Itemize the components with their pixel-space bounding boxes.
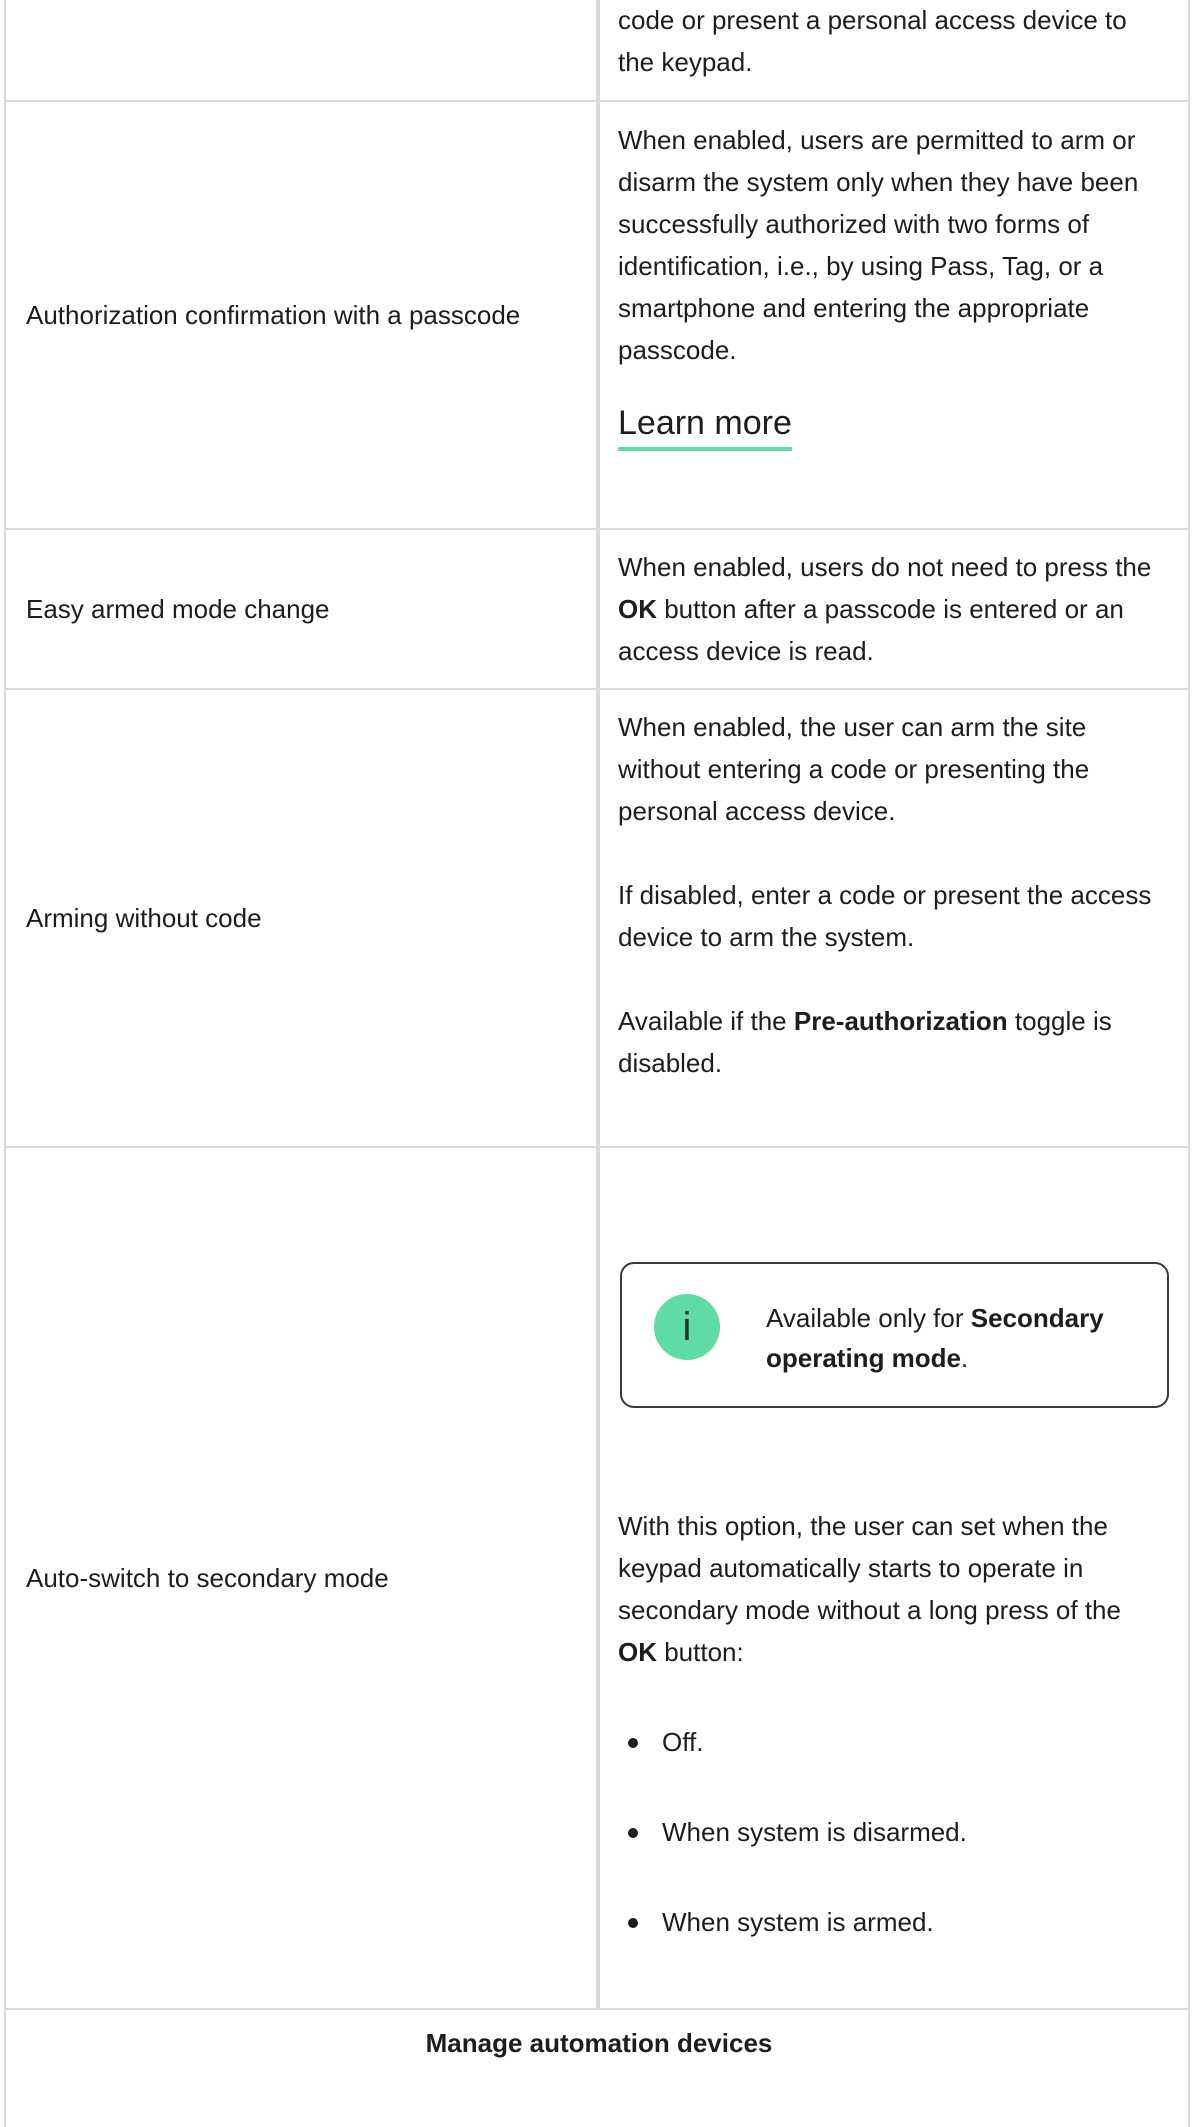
learn-more-link[interactable]: Learn more xyxy=(618,401,792,451)
info-icon: i xyxy=(654,1294,720,1360)
pre-authorization-name: Pre-authorization xyxy=(793,1006,1008,1036)
setting-name: Arming without code xyxy=(6,690,596,1146)
settings-table: code or present a personal access device… xyxy=(0,0,1192,2127)
description-text: When enabled, users do not need to press… xyxy=(618,552,1152,666)
table-border-right xyxy=(1188,0,1190,2127)
list-item: When system is disarmed. xyxy=(618,1811,1156,1853)
option-list: Off. When system is disarmed. When syste… xyxy=(618,1721,1156,1943)
row-divider xyxy=(4,2008,1190,2010)
list-item: When system is armed. xyxy=(618,1901,1156,1943)
description-text: When enabled, the user can arm the site … xyxy=(618,712,1090,826)
setting-label: Auto-switch to secondary mode xyxy=(26,1563,389,1593)
setting-label: Easy armed mode change xyxy=(26,594,330,624)
note-text: Available only for Secondary operating m… xyxy=(766,1303,1104,1373)
description-text: When enabled, users are permitted to arm… xyxy=(618,125,1139,365)
ok-button-name: OK xyxy=(618,1637,657,1667)
setting-label: Authorization confirmation with a passco… xyxy=(26,300,521,330)
setting-name: Auto-switch to secondary mode xyxy=(6,1148,596,2008)
setting-name: Easy armed mode change xyxy=(6,530,596,688)
setting-description: With this option, the user can set when … xyxy=(600,1505,1170,1943)
description-text: Available if the Pre-authorization toggl… xyxy=(618,1006,1112,1078)
setting-description: When enabled, the user can arm the site … xyxy=(600,706,1170,1084)
ok-button-name: OK xyxy=(618,594,657,624)
setting-description: When enabled, users do not need to press… xyxy=(600,546,1170,672)
top-row-description: code or present a personal access device… xyxy=(600,0,1170,83)
description-text: With this option, the user can set when … xyxy=(618,1511,1121,1667)
list-item: Off. xyxy=(618,1721,1156,1763)
info-note: i Available only for Secondary operating… xyxy=(620,1262,1169,1408)
section-heading: Manage automation devices xyxy=(425,2028,773,2058)
description-line: the keypad. xyxy=(618,47,753,77)
description-text: If disabled, enter a code or present the… xyxy=(618,880,1152,952)
setting-name: Authorization confirmation with a passco… xyxy=(6,102,596,528)
setting-label: Arming without code xyxy=(26,903,262,933)
description-line: code or present a personal access device… xyxy=(618,5,1127,35)
setting-description: When enabled, users are permitted to arm… xyxy=(600,119,1170,451)
